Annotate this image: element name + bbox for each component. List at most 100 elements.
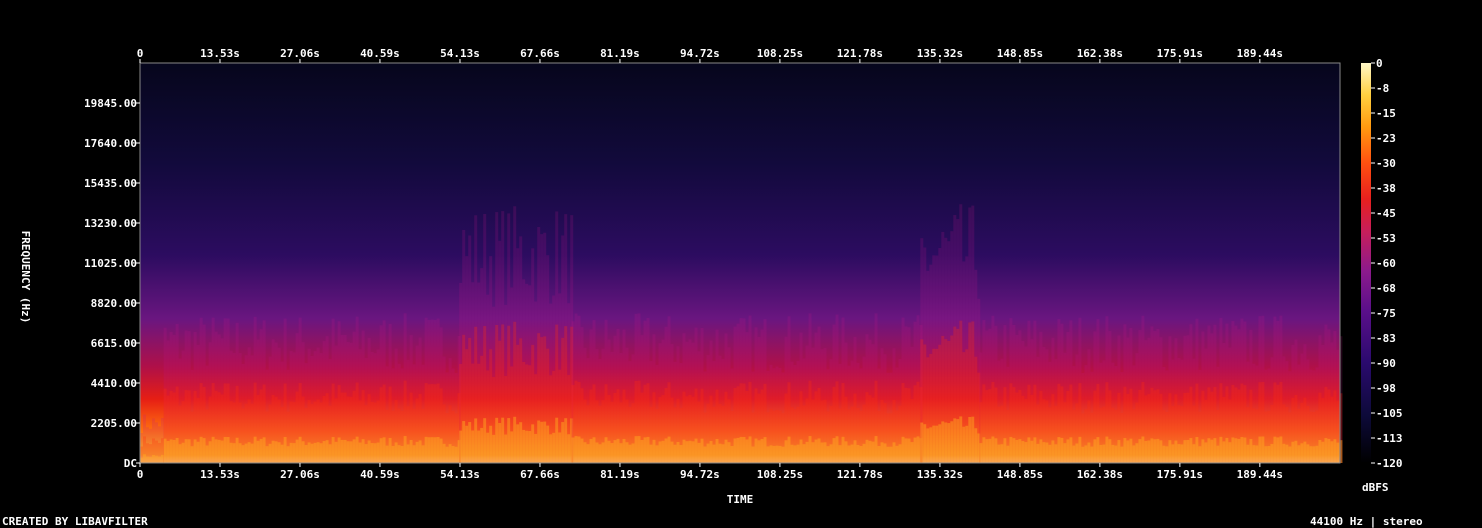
spectral-energy-peak bbox=[1273, 436, 1277, 463]
spectral-energy-peak bbox=[1105, 436, 1109, 463]
spectral-energy-peak bbox=[1300, 443, 1304, 463]
spectral-energy-peak bbox=[820, 442, 824, 463]
spectral-energy-peak bbox=[172, 439, 176, 463]
spectral-energy-peak bbox=[421, 445, 425, 463]
spectral-energy-peak bbox=[700, 438, 704, 463]
spectral-energy-peak bbox=[730, 445, 734, 463]
x-tick-label-top: 67.66s bbox=[520, 47, 560, 60]
spectral-energy-peak bbox=[988, 438, 992, 463]
spectral-energy-peak bbox=[1318, 440, 1322, 463]
spectral-energy-peak bbox=[492, 434, 496, 463]
spectral-energy-peak bbox=[379, 438, 383, 463]
spectral-energy-peak bbox=[480, 427, 484, 463]
spectral-energy-peak bbox=[613, 440, 617, 463]
spectral-energy-peak bbox=[1033, 437, 1037, 463]
spectral-energy-peak bbox=[555, 417, 559, 463]
spectral-energy-peak bbox=[688, 440, 692, 463]
spectral-energy-peak bbox=[739, 436, 743, 463]
spectral-energy-peak bbox=[1120, 446, 1124, 463]
spectral-energy-peak bbox=[697, 442, 701, 463]
x-tick-label-top: 135.32s bbox=[917, 47, 963, 60]
spectral-energy-peak bbox=[427, 437, 431, 463]
spectral-energy-peak bbox=[531, 424, 535, 463]
spectral-energy-peak bbox=[1108, 439, 1112, 463]
spectral-energy-peak bbox=[1231, 437, 1235, 463]
spectral-energy-peak bbox=[166, 440, 170, 463]
colorbar-tick-label: -98 bbox=[1376, 382, 1396, 395]
colorbar-gradient bbox=[1361, 63, 1371, 463]
spectral-energy-peak bbox=[841, 436, 845, 463]
spectral-energy-peak bbox=[1123, 438, 1127, 463]
spectral-energy-peak bbox=[208, 441, 212, 463]
spectral-energy-peak bbox=[1204, 442, 1208, 463]
y-tick-label: 6615.00 bbox=[91, 337, 137, 350]
spectral-energy-peak bbox=[811, 442, 815, 463]
spectral-energy-peak bbox=[676, 441, 680, 463]
spectral-energy-peak bbox=[1057, 437, 1061, 463]
spectral-energy-peak bbox=[1144, 440, 1148, 463]
spectral-energy-peak bbox=[346, 441, 350, 463]
spectral-energy-peak bbox=[313, 442, 317, 463]
spectral-energy-peak bbox=[495, 417, 499, 463]
spectral-energy-peak bbox=[250, 443, 254, 463]
spectral-energy-peak bbox=[950, 421, 954, 463]
spectral-energy-peak bbox=[271, 440, 275, 463]
colorbar-tick-label: -68 bbox=[1376, 282, 1396, 295]
spectral-energy-peak bbox=[577, 436, 581, 463]
spectral-energy-peak bbox=[1165, 446, 1169, 463]
spectral-energy-peak bbox=[558, 432, 562, 463]
spectral-energy-peak bbox=[799, 439, 803, 463]
spectral-energy-peak bbox=[454, 446, 458, 463]
spectral-energy-peak bbox=[1060, 437, 1064, 463]
spectral-energy-peak bbox=[1150, 438, 1154, 463]
spectral-energy-peak bbox=[802, 444, 806, 463]
spectral-energy-peak bbox=[235, 437, 239, 463]
spectral-energy-peak bbox=[814, 439, 818, 463]
spectral-energy-peak bbox=[772, 445, 776, 463]
x-tick-label-top: 13.53s bbox=[200, 47, 240, 60]
spectral-energy-peak bbox=[295, 439, 299, 463]
spectral-energy-peak bbox=[220, 440, 224, 463]
spectral-energy-peak bbox=[1219, 436, 1223, 463]
spectral-energy-peak bbox=[155, 455, 158, 463]
spectral-energy-peak bbox=[643, 437, 647, 463]
x-tick-label-bottom: 54.13s bbox=[440, 468, 480, 481]
spectral-energy-peak bbox=[546, 425, 550, 463]
spectral-energy-peak bbox=[583, 442, 587, 463]
x-tick-label-bottom: 108.25s bbox=[757, 468, 803, 481]
spectral-energy-peak bbox=[537, 420, 541, 463]
spectral-energy-peak bbox=[415, 441, 419, 463]
spectral-energy-peak bbox=[1327, 438, 1331, 463]
spectral-energy-peak bbox=[823, 442, 827, 463]
spectral-energy-peak bbox=[1216, 445, 1220, 463]
spectral-energy-peak bbox=[445, 446, 449, 463]
spectral-energy-peak bbox=[241, 445, 245, 463]
spectral-energy-peak bbox=[637, 436, 641, 463]
spectral-energy-peak bbox=[1045, 442, 1049, 463]
x-tick-label-bottom: 162.38s bbox=[1077, 468, 1123, 481]
x-tick-label-bottom: 135.32s bbox=[917, 468, 963, 481]
spectral-energy-peak bbox=[634, 436, 638, 463]
spectral-energy-peak bbox=[193, 439, 197, 463]
spectral-energy-peak bbox=[685, 441, 689, 463]
spectral-energy-peak bbox=[1000, 444, 1004, 463]
spectral-energy-peak bbox=[334, 441, 338, 463]
spectral-energy-peak bbox=[997, 444, 1001, 463]
spectral-energy-peak bbox=[1153, 439, 1157, 463]
spectral-energy-peak bbox=[376, 442, 380, 463]
spectral-energy-peak bbox=[709, 440, 713, 463]
spectral-energy-peak bbox=[968, 417, 972, 463]
y-tick-label: 8820.00 bbox=[91, 297, 137, 310]
spectral-energy-peak bbox=[1132, 445, 1136, 463]
spectral-energy-peak bbox=[1039, 439, 1043, 463]
spectral-energy-peak bbox=[175, 437, 179, 463]
spectral-energy-peak bbox=[409, 439, 413, 463]
colorbar-tick-label: -60 bbox=[1376, 257, 1396, 270]
spectral-energy-peak bbox=[670, 441, 674, 463]
spectrogram-plot-area bbox=[139, 62, 1343, 464]
spectral-energy-peak bbox=[829, 444, 833, 463]
spectral-energy-peak bbox=[748, 436, 752, 463]
spectral-energy-peak bbox=[199, 436, 203, 463]
spectral-energy-peak bbox=[1177, 444, 1181, 463]
colorbar-tick-label: -105 bbox=[1376, 407, 1403, 420]
